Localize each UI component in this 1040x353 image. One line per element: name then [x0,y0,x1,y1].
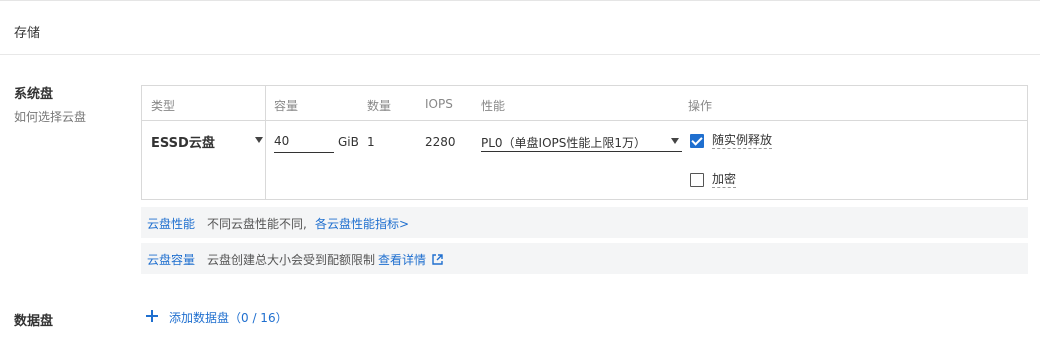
plus-icon [145,309,159,323]
capacity-input[interactable] [274,130,334,153]
header-type: 类型 [151,99,176,113]
system-disk-table: 类型 容量 数量 IOPS 性能 操作 ESSD云盘 GiB 1 2280 PL… [141,85,1028,200]
header-operations: 操作 [688,99,713,113]
iops-value: 2280 [425,135,456,149]
external-link-icon [432,254,443,265]
disk-selection-help-link[interactable]: 如何选择云盘 [14,108,86,125]
disk-type-value: ESSD云盘 [151,136,215,151]
info-tag-capacity: 云盘容量 [147,253,196,267]
info-text-capacity: 云盘创建总大小会受到配额限制 [207,253,376,267]
capacity-unit: GiB [338,135,359,149]
encryption-checkbox[interactable] [690,173,704,187]
add-data-disk-label: 添加数据盘（0 / 16） [169,311,288,325]
performance-level-select[interactable]: PL0（单盘IOPS性能上限1万） [481,130,682,152]
disk-capacity-info: 云盘容量 云盘创建总大小会受到配额限制 查看详情 [141,243,1028,274]
section-title: 存储 [14,26,41,41]
info-text-performance: 不同云盘性能不同, [207,217,307,231]
header-performance: 性能 [481,99,506,113]
header-capacity: 容量 [274,99,299,113]
chevron-down-icon [671,138,679,144]
column-divider [265,86,266,199]
section-divider [0,54,1040,55]
disk-type-select[interactable]: ESSD云盘 [151,132,265,151]
info-tag-performance: 云盘性能 [147,217,196,231]
header-iops: IOPS [425,97,453,111]
chevron-down-icon [255,137,263,143]
header-quantity: 数量 [367,99,392,113]
disk-performance-info: 云盘性能 不同云盘性能不同, 各云盘性能指标> [141,207,1028,238]
quantity-value: 1 [367,135,375,149]
top-divider [0,0,1040,1]
view-details-label: 查看详情 [378,253,427,267]
system-disk-label: 系统盘 [14,87,54,102]
table-header: 类型 容量 数量 IOPS 性能 操作 [142,86,1027,121]
view-details-link[interactable]: 查看详情 [378,251,443,268]
performance-metrics-link[interactable]: 各云盘性能指标> [315,215,409,232]
encryption-label[interactable]: 加密 [712,172,737,188]
performance-level-value: PL0（单盘IOPS性能上限1万） [481,136,647,150]
release-with-instance-checkbox[interactable] [690,134,704,148]
data-disk-label: 数据盘 [14,314,54,329]
release-with-instance-label[interactable]: 随实例释放 [712,133,773,149]
